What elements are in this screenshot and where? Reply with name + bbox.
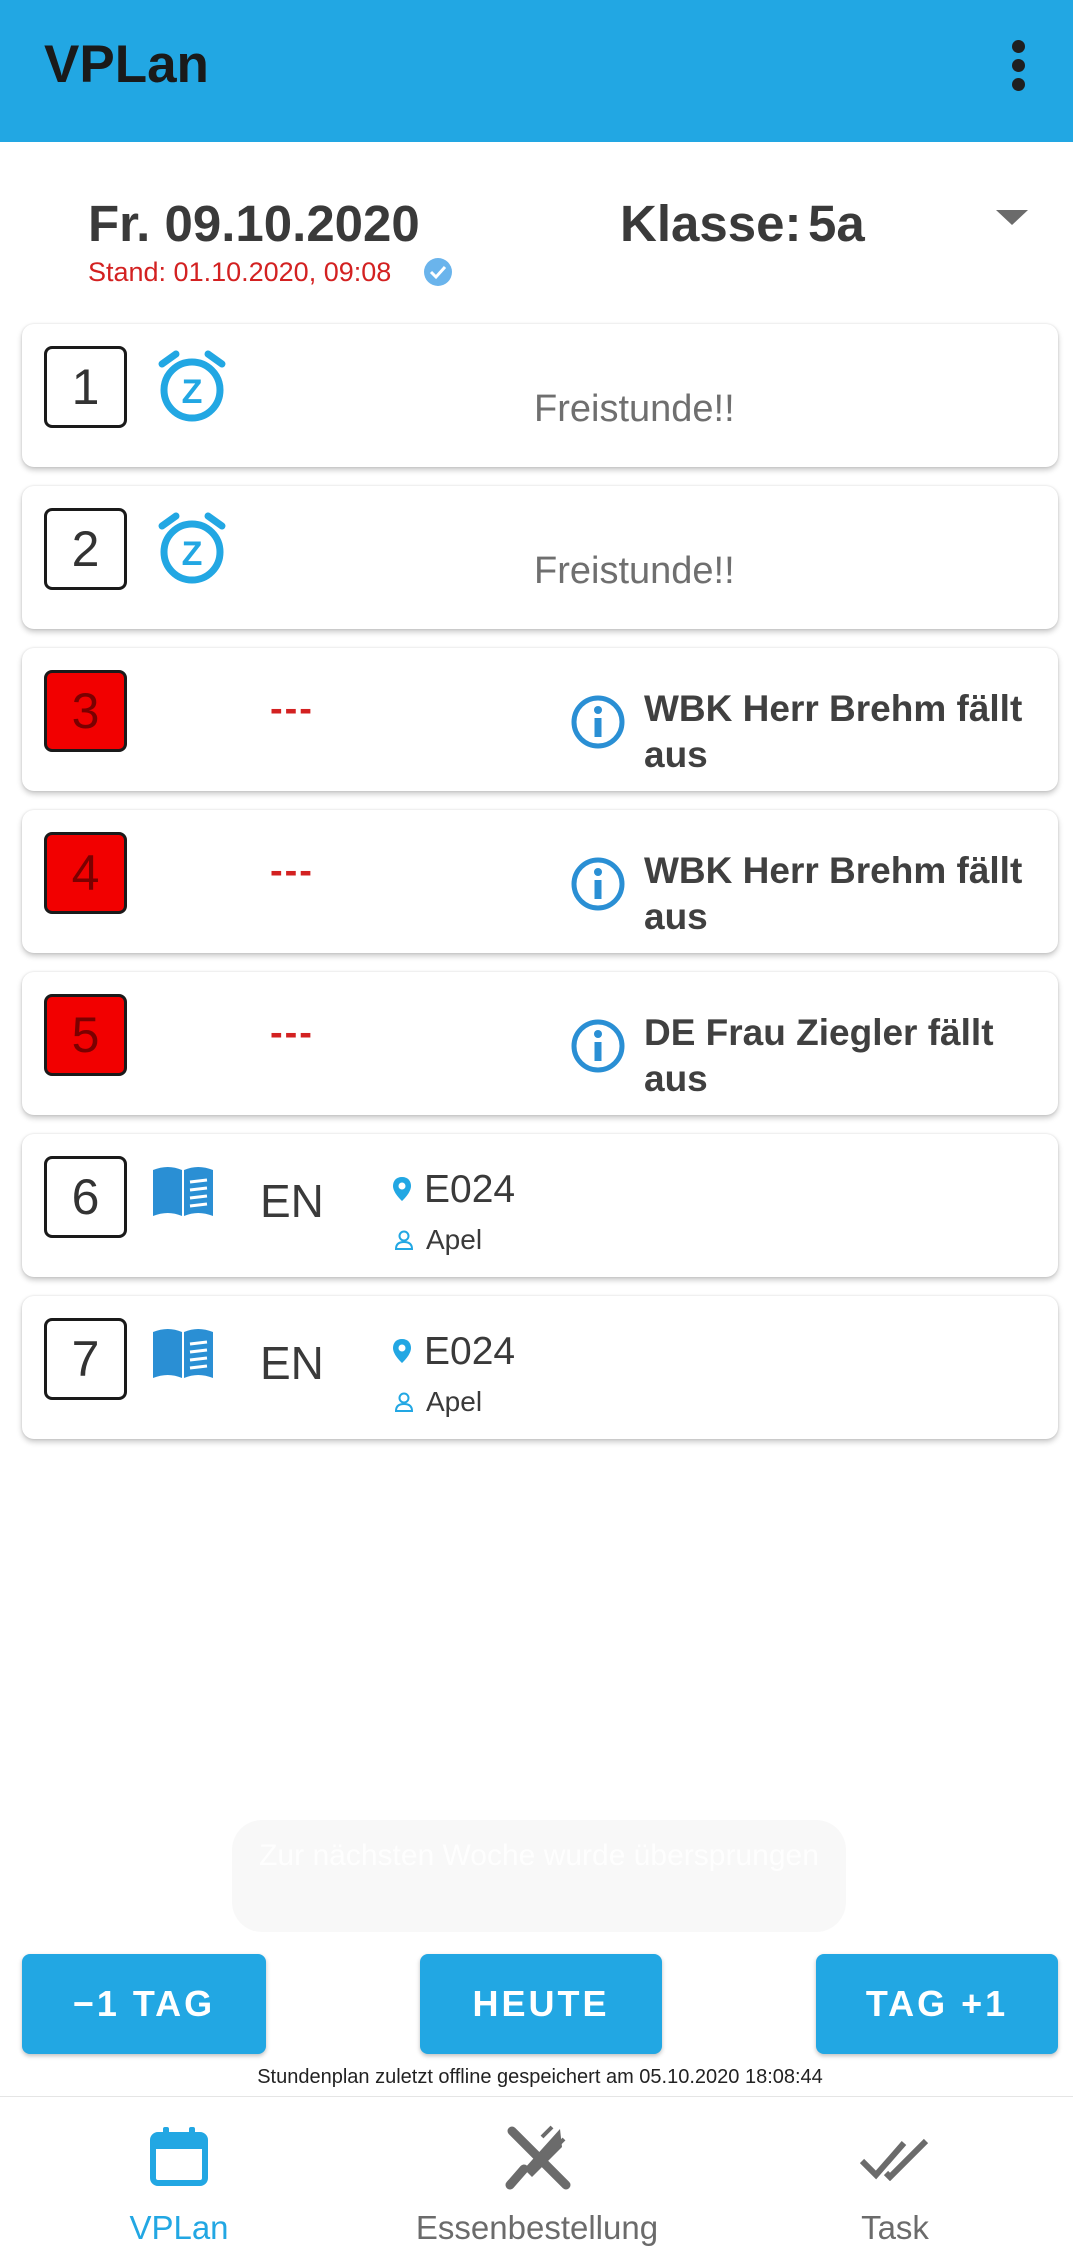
person-icon: [394, 1230, 414, 1255]
book-icon: [150, 1324, 216, 1387]
period-card-7[interactable]: 7 EN E024 Apel: [22, 1296, 1058, 1439]
chevron-down-icon[interactable]: [996, 210, 1028, 225]
svg-text:Z: Z: [182, 535, 203, 573]
app-title: VPLan: [44, 35, 209, 94]
plan-header: Fr. 09.10.2020 Stand: 01.10.2020, 09:08 …: [0, 142, 1073, 317]
period-number: 2: [44, 508, 127, 590]
period-number: 5: [44, 994, 127, 1076]
nav-item-task[interactable]: Task: [716, 2097, 1073, 2251]
nav-label: Essenbestellung: [415, 2209, 659, 2246]
klasse-label: Klasse:: [620, 195, 802, 252]
today-button[interactable]: HEUTE: [420, 1954, 662, 2054]
sleep-alarm-icon: Z: [154, 348, 230, 429]
period-number: 7: [44, 1318, 127, 1400]
period-card-1[interactable]: 1 Z Freistunde!!: [22, 324, 1058, 467]
plan-date[interactable]: Fr. 09.10.2020: [88, 194, 420, 253]
cancellation-note: DE Frau Ziegler fällt aus: [644, 1012, 994, 1099]
cancelled-dash: ---: [270, 850, 314, 892]
cancelled-dash: ---: [270, 688, 314, 730]
subject-label: EN: [260, 1175, 324, 1227]
previous-day-button[interactable]: −1 TAG: [22, 1954, 266, 2054]
period-card-4[interactable]: 4 --- WBK Herr Brehm fällt aus: [22, 810, 1058, 953]
bottom-navigation: VPLan Essenbestellung Task: [0, 2096, 1073, 2251]
nav-label: VPLan: [129, 2209, 229, 2246]
period-card-6[interactable]: 6 EN E024 Apel: [22, 1134, 1058, 1277]
klasse-select[interactable]: 5a: [808, 194, 865, 253]
subject-label: EN: [260, 1337, 324, 1389]
sleep-alarm-icon: Z: [154, 510, 230, 591]
nav-label: Task: [861, 2209, 929, 2246]
info-icon: [570, 856, 626, 917]
period-number: 1: [44, 346, 127, 428]
verified-check-icon: [424, 258, 452, 286]
teacher-label: Apel: [426, 1224, 483, 1255]
period-number: 3: [44, 670, 127, 752]
offline-saved-text: Stundenplan zuletzt offline gespeichert …: [257, 2066, 823, 2088]
period-card-2[interactable]: 2 Z Freistunde!!: [22, 486, 1058, 629]
room-label: E024: [424, 1330, 516, 1373]
room-label: E024: [424, 1168, 516, 1211]
teacher-label: Apel: [426, 1386, 483, 1417]
info-icon: [570, 1018, 626, 1079]
location-pin-icon: [392, 1338, 412, 1369]
app-bar: VPLan: [0, 0, 1073, 142]
cancelled-dash: ---: [270, 1012, 314, 1054]
period-number: 4: [44, 832, 127, 914]
period-number: 6: [44, 1156, 127, 1238]
svg-text:Z: Z: [182, 373, 203, 411]
nav-item-essenbestellung[interactable]: Essenbestellung: [358, 2097, 716, 2251]
double-check-icon: [859, 2137, 930, 2186]
free-period-text: Freistunde!!: [534, 550, 735, 592]
next-day-button[interactable]: TAG +1: [816, 1954, 1058, 2054]
free-period-text: Freistunde!!: [534, 388, 735, 430]
cutlery-icon: [502, 2125, 572, 2200]
cancellation-note: WBK Herr Brehm fällt aus: [644, 688, 1023, 775]
nav-item-vplan[interactable]: VPLan: [0, 2097, 358, 2251]
cancellation-note: WBK Herr Brehm fällt aus: [644, 850, 1023, 937]
person-icon: [394, 1392, 414, 1417]
info-icon: [570, 694, 626, 755]
period-card-3[interactable]: 3 --- WBK Herr Brehm fällt aus: [22, 648, 1058, 791]
toast-message: Zur nächsten Woche wurde übersprungen: [232, 1820, 846, 1932]
calendar-icon: [149, 2125, 209, 2192]
location-pin-icon: [392, 1176, 412, 1207]
period-card-5[interactable]: 5 --- DE Frau Ziegler fällt aus: [22, 972, 1058, 1115]
book-icon: [150, 1162, 216, 1225]
overflow-menu-icon[interactable]: [1002, 36, 1036, 94]
stand-timestamp: Stand: 01.10.2020, 09:08: [88, 257, 392, 287]
